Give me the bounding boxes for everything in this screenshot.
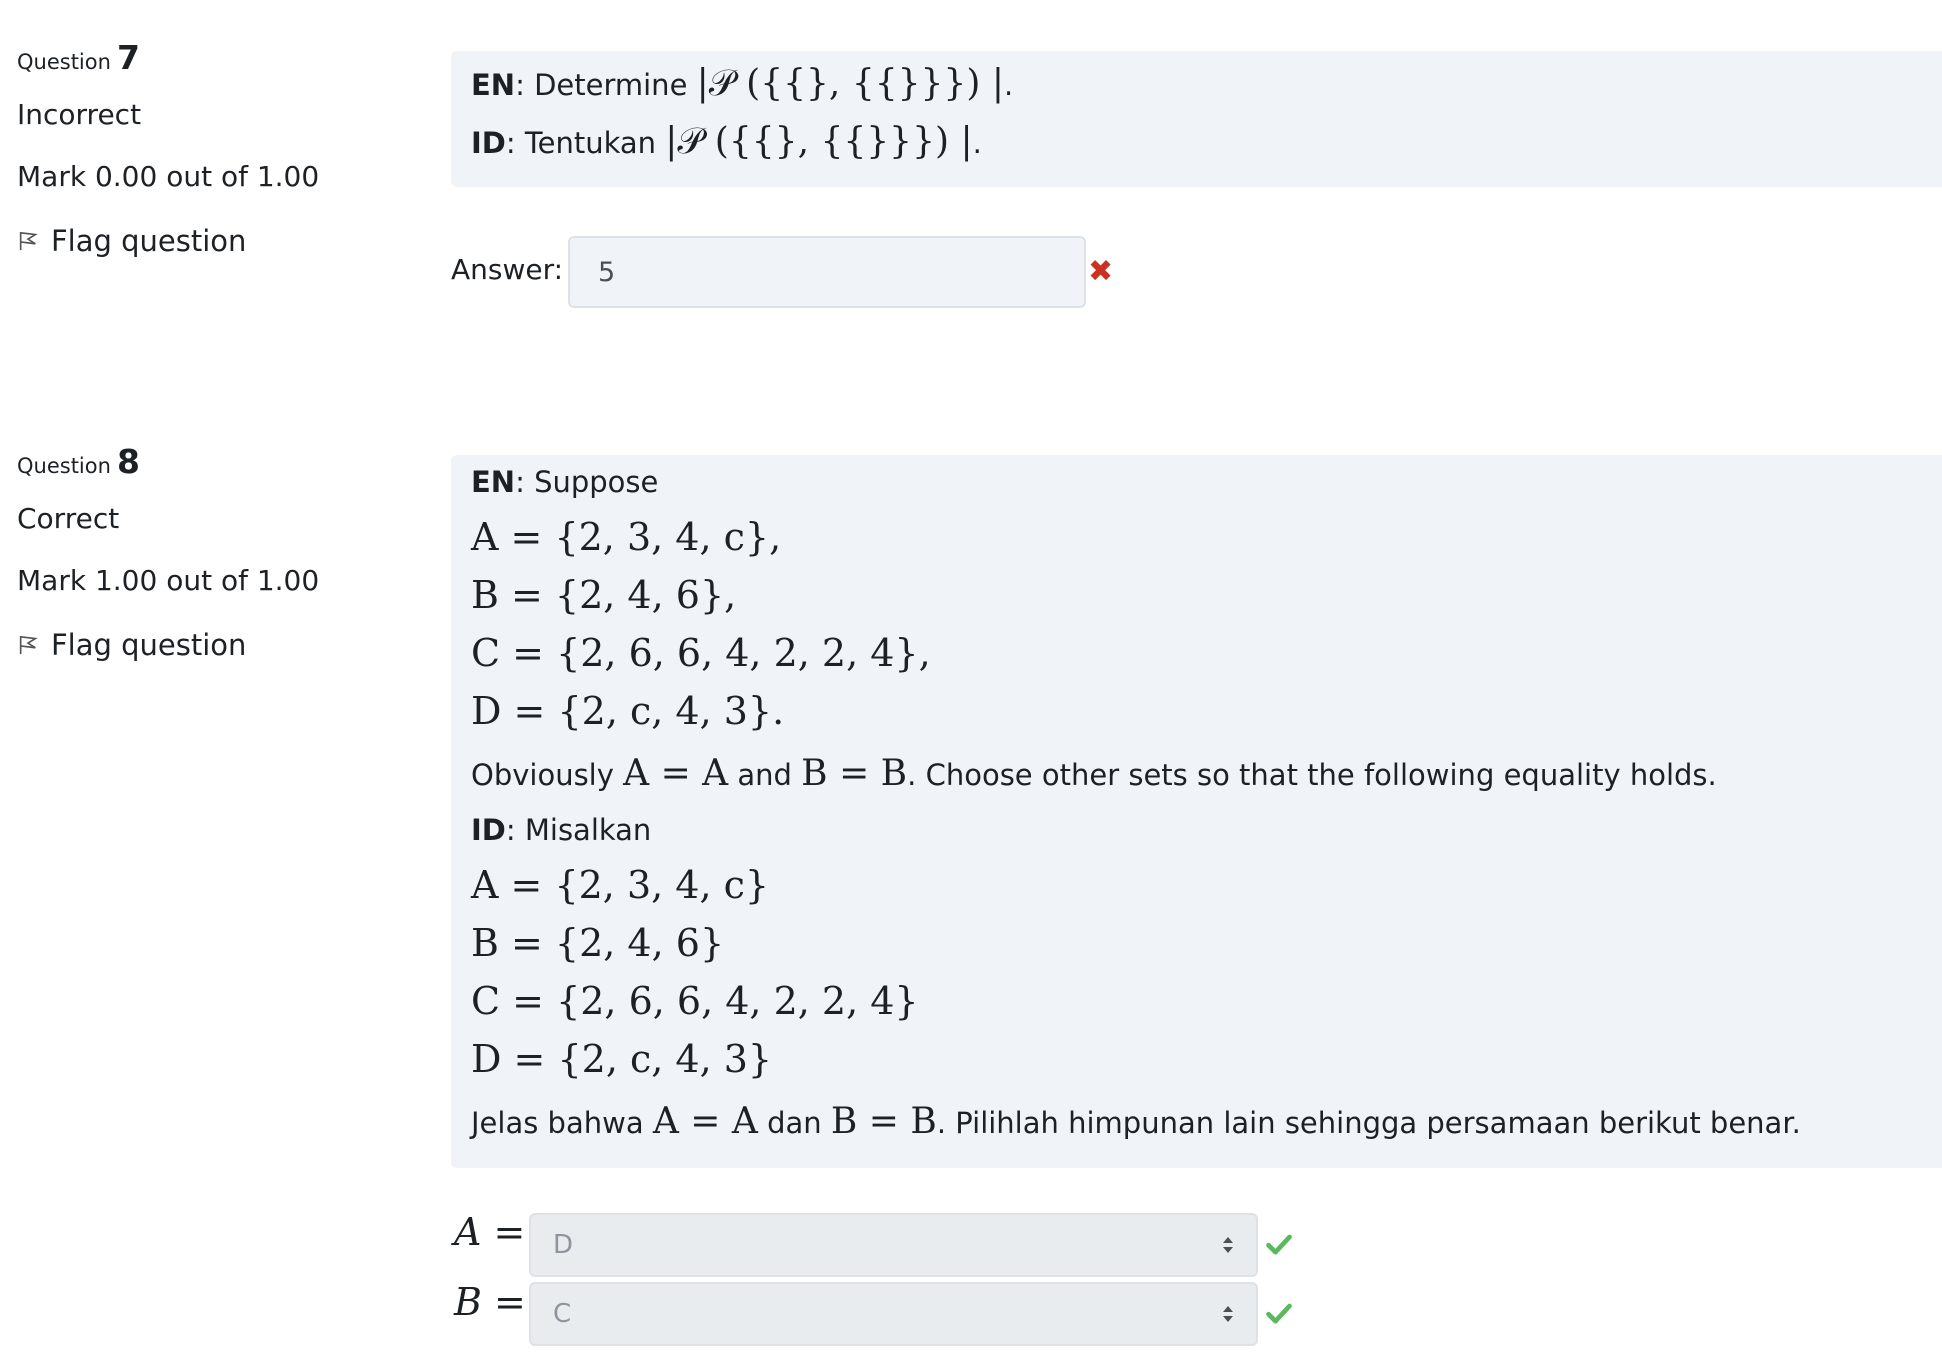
flag-question-label: Flag question <box>51 628 247 662</box>
answer-value: 5 <box>598 256 616 288</box>
set-definition: A = {2, 3, 4, c} <box>471 863 770 907</box>
question-text-id: ID: Tentukan |𝒫 ({{}, {{}}}) |. <box>471 121 982 162</box>
set-definition: B = {2, 4, 6} <box>471 921 725 965</box>
select-a[interactable]: D <box>529 1213 1258 1277</box>
set-definition: D = {2, c, 4, 3}. <box>471 689 785 733</box>
question-text-id-intro: ID: Misalkan <box>471 813 652 847</box>
check-icon <box>1265 1299 1293 1331</box>
question-state: Correct <box>17 502 120 535</box>
flag-question-link[interactable]: Flag question <box>17 628 246 662</box>
question-grade: Mark 1.00 out of 1.00 <box>17 564 320 597</box>
question-number: 8 <box>116 442 140 481</box>
select-label-b: B = <box>454 1280 526 1324</box>
question-8-info: Question 8 Correct Mark 1.00 out of 1.00 … <box>17 442 437 682</box>
question-7-text: EN: Determine |𝒫 ({{}, {{}}}) |. ID: Ten… <box>451 51 1942 187</box>
flag-question-label: Flag question <box>51 224 247 258</box>
set-definition: A = {2, 3, 4, c}, <box>471 515 782 559</box>
math-expression: |𝒫 ({{}, {{}}}) | <box>696 63 1004 104</box>
question-label: Question <box>17 454 111 478</box>
question-text-en-instruction: Obviously A = A and B = B. Choose other … <box>471 753 1717 794</box>
math-expression: |𝒫 ({{}, {{}}}) | <box>665 121 973 162</box>
question-label: Question <box>17 50 111 74</box>
question-text-en: EN: Determine |𝒫 ({{}, {{}}}) |. <box>471 63 1014 104</box>
select-arrows-icon <box>1223 1237 1233 1253</box>
set-definition: C = {2, 6, 6, 4, 2, 2, 4}, <box>471 631 931 675</box>
select-arrows-icon <box>1223 1306 1233 1322</box>
select-label-a: A = <box>454 1210 526 1254</box>
select-b[interactable]: C <box>529 1282 1258 1346</box>
select-value: D <box>553 1230 574 1260</box>
question-number: 7 <box>116 38 140 77</box>
cross-icon: ✖ <box>1088 254 1114 289</box>
question-grade: Mark 0.00 out of 1.00 <box>17 160 320 193</box>
question-state: Incorrect <box>17 98 142 131</box>
select-value: C <box>553 1299 572 1329</box>
set-definition: D = {2, c, 4, 3} <box>471 1037 773 1081</box>
flag-icon <box>19 231 38 251</box>
check-icon <box>1265 1230 1293 1262</box>
question-7-info: Question 7 Incorrect Mark 0.00 out of 1.0… <box>17 38 437 278</box>
set-definition: C = {2, 6, 6, 4, 2, 2, 4} <box>471 979 919 1023</box>
answer-input[interactable]: 5 <box>568 236 1086 308</box>
question-heading: Question 7 <box>17 38 140 77</box>
answer-label: Answer: <box>451 253 564 286</box>
question-text-en-intro: EN: Suppose <box>471 465 659 499</box>
question-8-text: EN: Suppose A = {2, 3, 4, c}, B = {2, 4,… <box>451 455 1942 1168</box>
set-definition: B = {2, 4, 6}, <box>471 573 737 617</box>
question-text-id-instruction: Jelas bahwa A = A dan B = B. Pilihlah hi… <box>471 1101 1801 1142</box>
flag-icon <box>19 635 38 655</box>
question-heading: Question 8 <box>17 442 140 481</box>
flag-question-link[interactable]: Flag question <box>17 224 246 258</box>
